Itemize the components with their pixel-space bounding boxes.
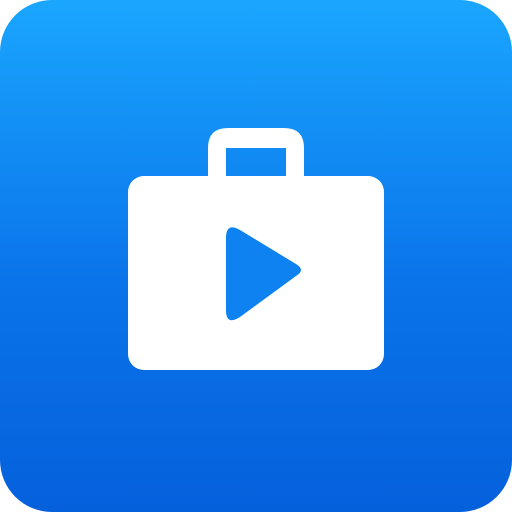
app-icon[interactable] <box>0 0 512 512</box>
briefcase-handle <box>208 128 304 176</box>
briefcase-icon <box>128 128 384 370</box>
